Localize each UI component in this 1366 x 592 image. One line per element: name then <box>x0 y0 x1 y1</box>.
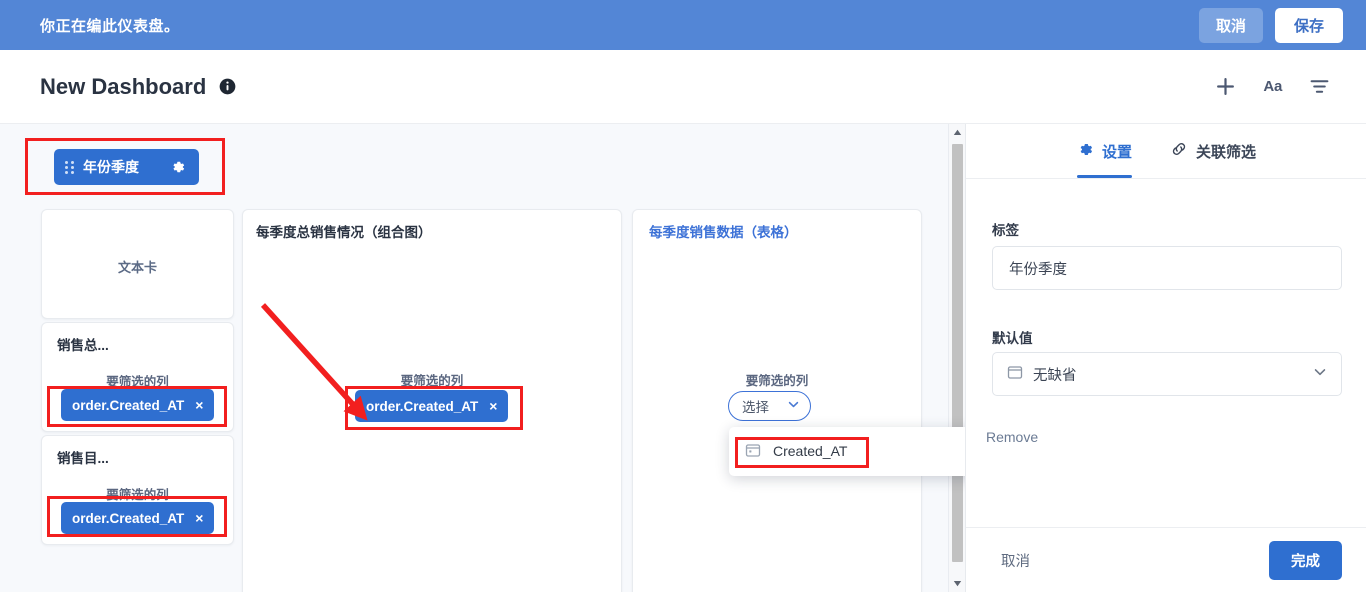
gear-icon <box>1077 141 1094 162</box>
tab-linked-filter[interactable]: 关联筛选 <box>1170 124 1256 178</box>
dashboard-canvas: 年份季度 文本卡 销售总... 要筛选的列 order.Created_AT ×… <box>0 124 965 592</box>
info-icon[interactable] <box>219 78 236 95</box>
tab-linked-filter-label: 关联筛选 <box>1196 143 1257 161</box>
chevron-down-icon[interactable] <box>787 398 800 414</box>
column-to-filter-label: 要筛选的列 <box>745 374 809 388</box>
tab-settings[interactable]: 设置 <box>1076 124 1133 178</box>
close-icon[interactable]: × <box>195 511 203 525</box>
drag-handle-icon[interactable] <box>65 160 74 174</box>
column-to-filter-label: 要筛选的列 <box>106 488 169 502</box>
panel-tab-bar: 设置 关联筛选 <box>966 124 1366 179</box>
quarterly-sales-combo-card[interactable]: 每季度总销售情况（组合图） 要筛选的列 order.Created_AT × <box>242 209 622 592</box>
filter-column-chip[interactable]: order.Created_AT × <box>61 502 215 534</box>
label-input[interactable] <box>992 246 1342 290</box>
default-value-select[interactable]: 无缺省 <box>992 352 1342 396</box>
edit-mode-message: 你正在编此仪表盘。 <box>40 17 180 35</box>
banner-actions: 取消 保存 <box>1198 7 1343 43</box>
filter-icon[interactable] <box>1309 76 1330 97</box>
scroll-down-arrow-icon[interactable] <box>949 575 965 592</box>
label-field-label: 标签 <box>992 223 1019 238</box>
close-icon[interactable]: × <box>489 399 497 413</box>
gear-icon[interactable] <box>170 159 186 175</box>
column-to-filter-label: 要筛选的列 <box>400 374 464 388</box>
link-icon <box>1170 140 1188 162</box>
filter-column-select[interactable]: 选择 <box>728 391 811 421</box>
panel-done-button[interactable]: 完成 <box>1269 540 1342 580</box>
close-icon[interactable]: × <box>195 398 203 412</box>
filter-pill-label: 年份季度 <box>83 159 139 175</box>
header-icon-group: Aa <box>1215 76 1330 97</box>
card-title: 每季度总销售情况（组合图） <box>256 225 432 240</box>
column-to-filter-label: 要筛选的列 <box>106 375 169 389</box>
sales-total-card[interactable]: 销售总... 要筛选的列 order.Created_AT × <box>41 322 234 432</box>
plus-icon[interactable] <box>1215 76 1236 97</box>
dropdown-item-created-at[interactable]: Created_AT <box>729 434 965 468</box>
chevron-down-icon[interactable] <box>1313 365 1327 384</box>
chip-label: order.Created_AT <box>72 510 185 526</box>
select-value: 选择 <box>742 400 769 415</box>
calendar-icon <box>1007 364 1023 385</box>
tab-settings-label: 设置 <box>1101 143 1132 161</box>
dropdown-item-label: Created_AT <box>773 443 848 459</box>
main-area: 年份季度 文本卡 销售总... 要筛选的列 order.Created_AT ×… <box>0 124 1366 592</box>
cancel-edit-button[interactable]: 取消 <box>1198 7 1263 43</box>
panel-cancel-button[interactable]: 取消 <box>995 549 1036 572</box>
card-title: 销售目... <box>57 451 109 466</box>
text-icon[interactable]: Aa <box>1263 78 1282 95</box>
scroll-up-arrow-icon[interactable] <box>949 124 965 141</box>
quarterly-sales-table-card[interactable]: 每季度销售数据（表格） 要筛选的列 选择 <box>632 209 922 592</box>
card-title: 销售总... <box>57 338 109 353</box>
sales-target-card[interactable]: 销售目... 要筛选的列 order.Created_AT × <box>41 435 234 545</box>
filter-column-chip[interactable]: order.Created_AT × <box>61 389 215 421</box>
text-card[interactable]: 文本卡 <box>41 209 234 319</box>
scrollbar-thumb[interactable] <box>952 144 963 562</box>
chip-label: order.Created_AT <box>72 397 185 413</box>
canvas-scrollbar[interactable] <box>948 124 965 592</box>
chip-label: order.Created_AT <box>366 398 479 414</box>
filter-column-chip[interactable]: order.Created_AT × <box>355 390 509 422</box>
card-title: 每季度销售数据（表格） <box>649 225 798 240</box>
save-dashboard-button[interactable]: 保存 <box>1274 7 1343 43</box>
default-value-text: 无缺省 <box>1033 367 1077 384</box>
column-dropdown-menu[interactable]: Created_AT <box>729 427 965 476</box>
dashboard-filter-pill[interactable]: 年份季度 <box>54 149 199 185</box>
calendar-icon <box>745 442 761 461</box>
dashboard-header: New Dashboard Aa <box>0 50 1366 124</box>
panel-footer: 取消 完成 <box>966 527 1366 592</box>
edit-mode-banner: 你正在编此仪表盘。 取消 保存 <box>0 0 1366 50</box>
page-title: New Dashboard <box>40 73 207 99</box>
remove-link[interactable]: Remove <box>986 429 1038 445</box>
text-card-label: 文本卡 <box>117 260 157 275</box>
default-value-label: 默认值 <box>992 331 1033 346</box>
settings-panel: 设置 关联筛选 标签 默认值 无缺省 Remove <box>965 124 1366 592</box>
